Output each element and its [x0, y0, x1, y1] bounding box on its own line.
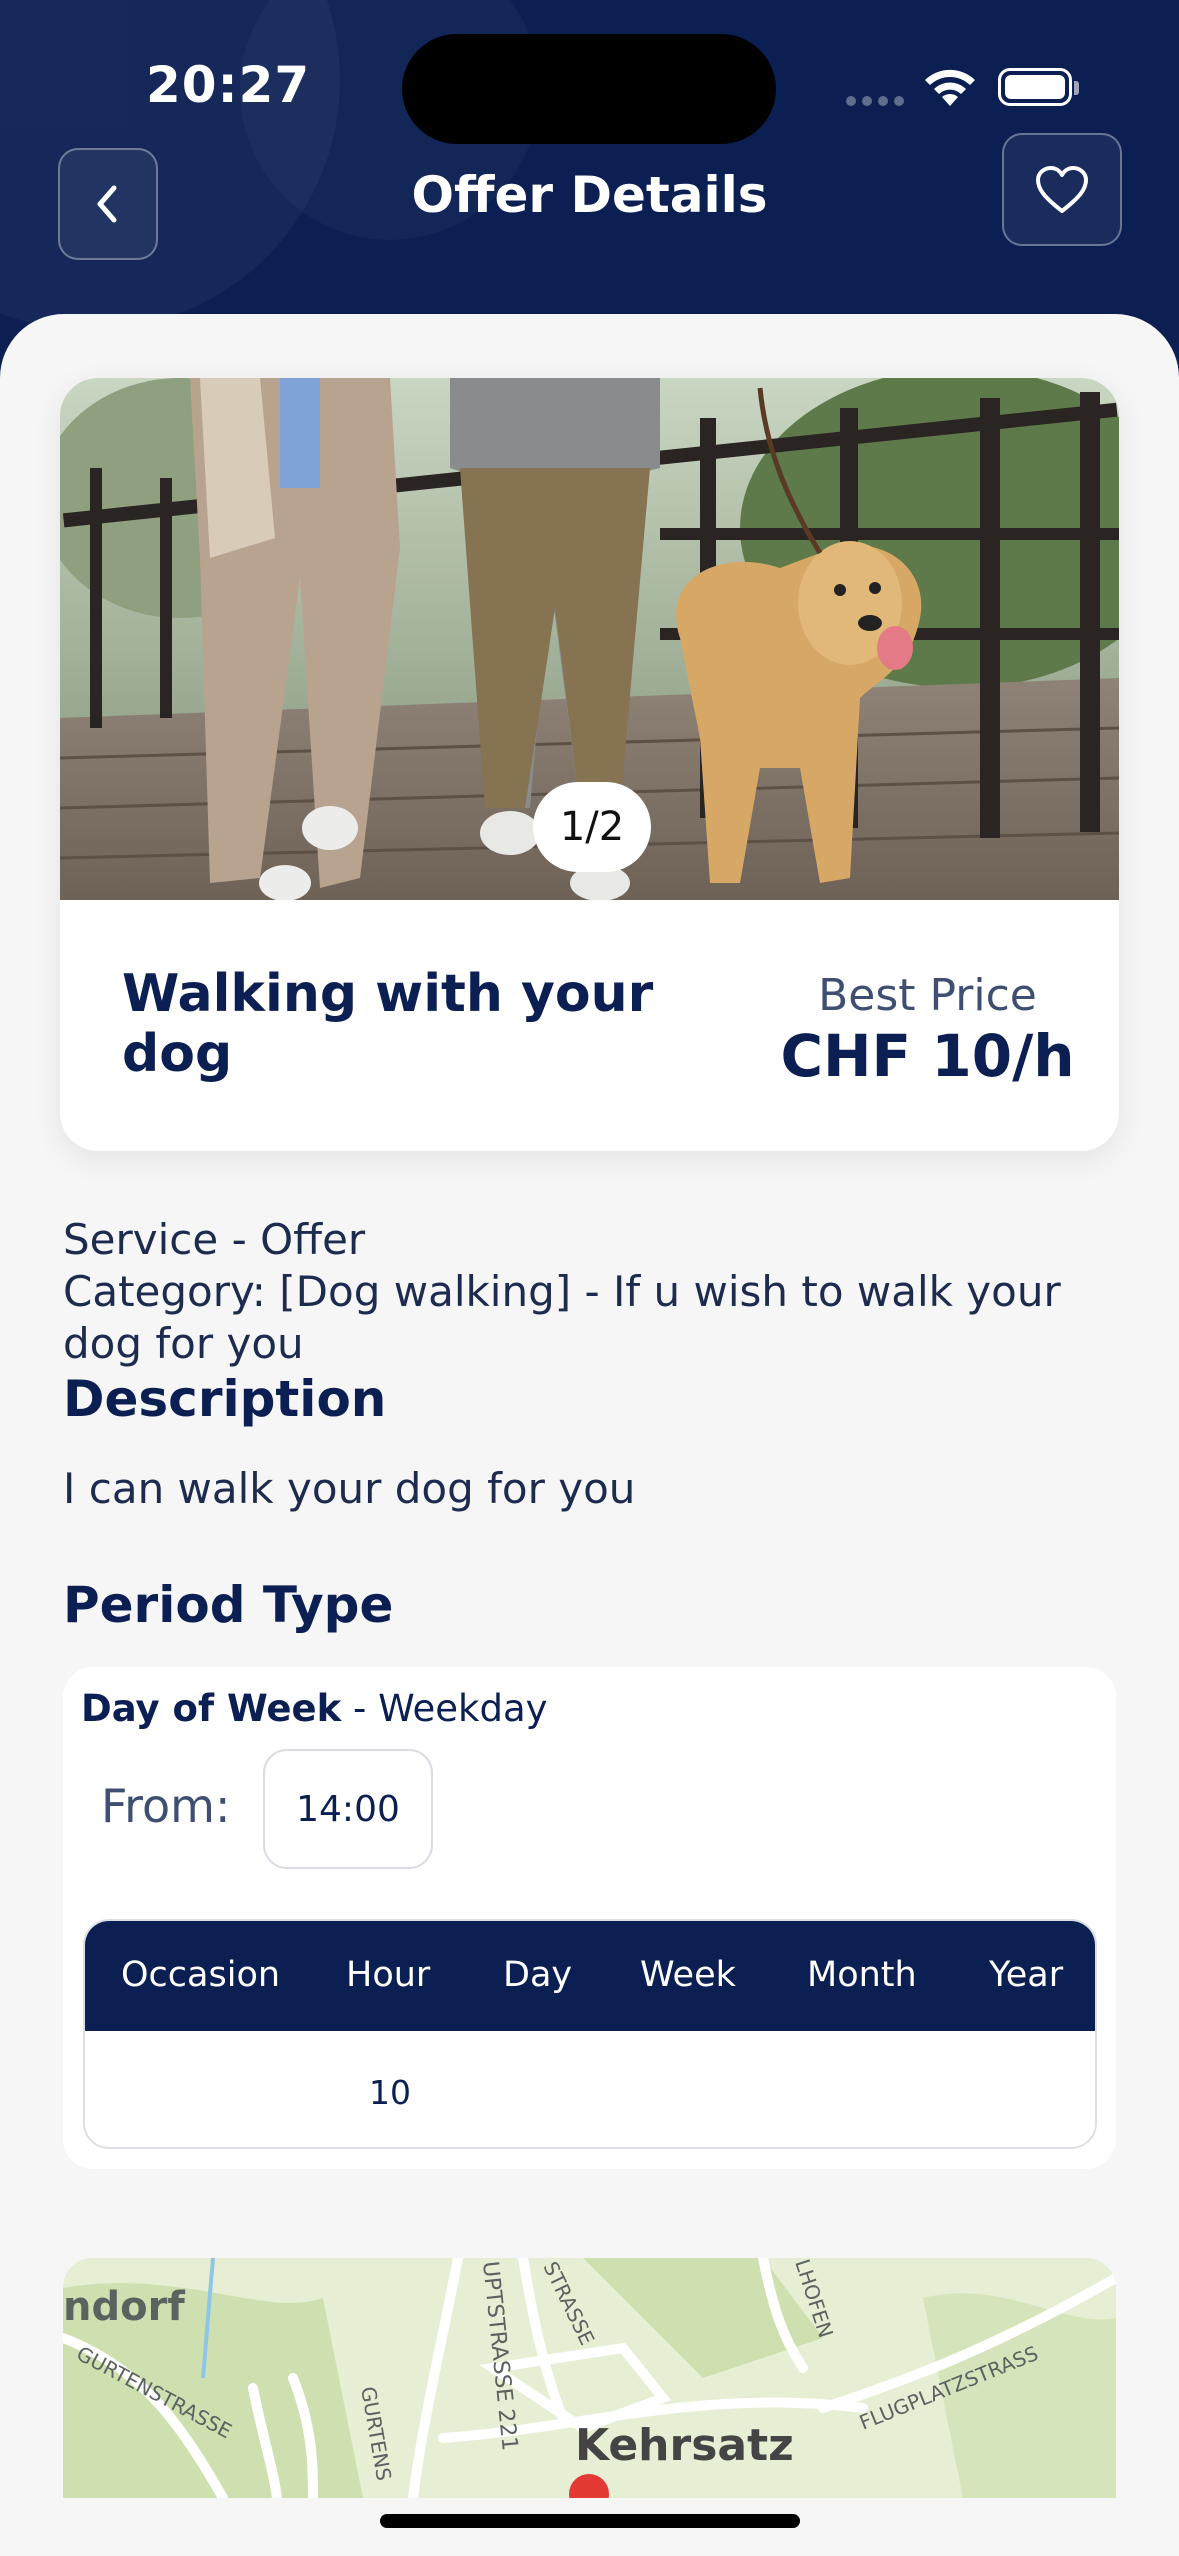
map-label-partial: ndorf — [63, 2284, 185, 2330]
location-map[interactable]: ndorf GURTENSTRASSE GURTENS UPTSTRASSE 2… — [63, 2258, 1116, 2498]
wifi-icon — [925, 69, 975, 106]
offer-card[interactable]: 1/2 Walking with your dog Best Price CHF… — [60, 378, 1119, 1151]
header-day: Day — [503, 1955, 573, 1995]
status-time: 20:27 — [146, 56, 311, 114]
cell-hour: 10 — [369, 2073, 411, 2112]
from-label: From: — [101, 1779, 231, 1833]
header-occasion: Occasion — [121, 1955, 281, 1995]
day-of-week-value: - Weekday — [341, 1687, 548, 1730]
offer-title: Walking with your dog — [122, 964, 654, 1084]
header-hour: Hour — [346, 1955, 431, 1995]
day-of-week-line: Day of Week - Weekday — [81, 1687, 548, 1730]
day-of-week-label: Day of Week — [81, 1687, 342, 1730]
image-counter-badge: 1/2 — [533, 782, 651, 872]
battery-icon — [998, 68, 1079, 106]
header-year: Year — [989, 1955, 1064, 1995]
cellular-signal-icon — [846, 96, 904, 106]
header-week: Week — [640, 1955, 736, 1995]
dynamic-island — [402, 34, 776, 144]
favorite-button[interactable] — [1002, 133, 1122, 246]
map-label-town: Kehrsatz — [575, 2420, 794, 2471]
period-type-heading: Period Type — [63, 1576, 394, 1634]
description-heading: Description — [63, 1370, 387, 1428]
offer-photo[interactable]: 1/2 — [60, 378, 1119, 900]
rate-table: Occasion Hour Day Week Month Year 10 — [83, 1919, 1097, 2149]
header-month: Month — [807, 1955, 917, 1995]
home-indicator — [380, 2514, 800, 2528]
price-value: CHF 10/h — [780, 1022, 1075, 1090]
rate-table-header: Occasion Hour Day Week Month Year — [85, 1921, 1095, 2031]
from-time-field[interactable]: 14:00 — [263, 1749, 433, 1869]
period-card: Day of Week - Weekday From: 14:00 Occasi… — [63, 1667, 1116, 2169]
service-type-text: Service - Offer — [63, 1215, 366, 1264]
description-text: I can walk your dog for you — [63, 1464, 636, 1513]
category-text: Category: [Dog walking] - If u wish to w… — [63, 1267, 1061, 1368]
heart-outline-icon — [1036, 165, 1088, 213]
price-label: Best Price — [818, 970, 1037, 1021]
